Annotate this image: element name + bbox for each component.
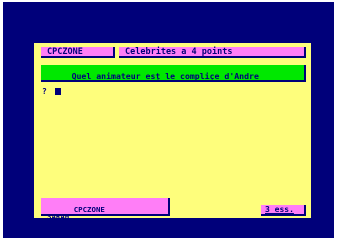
category-badge: Celebrites a 4 points	[119, 47, 306, 58]
question-box: Quel animateur est le complice d'Andre L…	[41, 65, 306, 82]
app-title: CPCZONE	[47, 47, 83, 57]
app-title-badge: CPCZONE	[41, 47, 115, 58]
player-text: CPCZONE SARAH	[47, 205, 105, 218]
player-badge: CPCZONE SARAH	[41, 198, 170, 218]
question-text: Quel animateur est le complice d'Andre L…	[42, 70, 259, 81]
tries-badge: 3 ess.	[261, 205, 306, 216]
game-screen: CPCZONE Celebrites a 4 points Quel anima…	[34, 43, 311, 218]
answer-prompt: ?	[42, 87, 47, 96]
category-title: Celebrites a 4 points	[125, 47, 233, 57]
screen-border: CPCZONE Celebrites a 4 points Quel anima…	[3, 2, 334, 238]
text-cursor	[55, 88, 61, 95]
tries-counter: 3 ess.	[265, 205, 294, 214]
